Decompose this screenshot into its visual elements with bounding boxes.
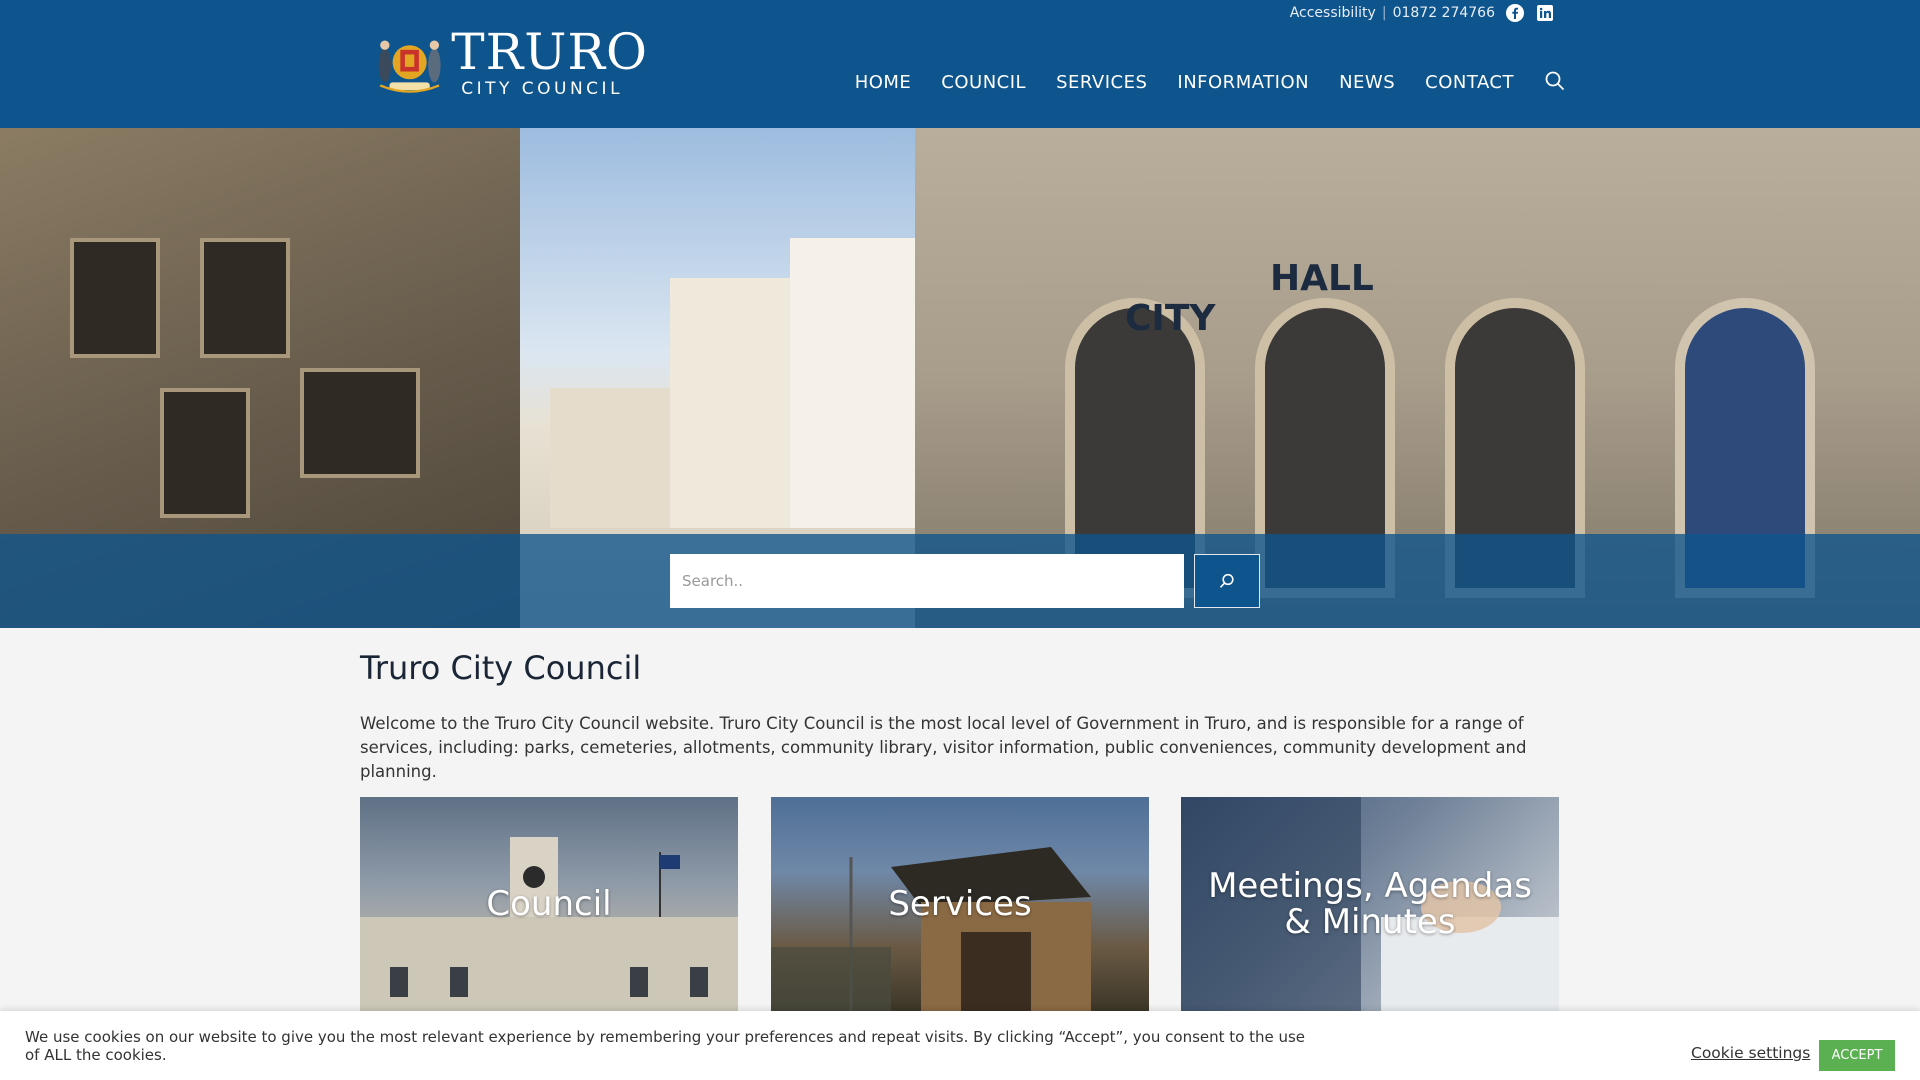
nav-services[interactable]: SERVICES <box>1056 72 1147 93</box>
cookie-accept-button[interactable]: ACCEPT <box>1819 1040 1895 1071</box>
nav-contact[interactable]: CONTACT <box>1425 72 1514 93</box>
site-logo[interactable]: TRURO CITY COUNCIL <box>374 22 648 104</box>
card-meetings[interactable]: Meetings, Agendas & Minutes <box>1181 797 1559 1011</box>
cookie-consent-bar: We use cookies on our website to give yo… <box>0 1011 1920 1080</box>
card-services-title: Services <box>888 884 1032 924</box>
logo-subtitle: CITY COUNCIL <box>461 79 624 99</box>
search-icon <box>1219 573 1234 588</box>
nav-council[interactable]: COUNCIL <box>941 72 1026 93</box>
nav-information[interactable]: INFORMATION <box>1177 72 1309 93</box>
cookie-message: We use cookies on our website to give yo… <box>25 1028 1306 1064</box>
facebook-icon[interactable] <box>1505 3 1525 23</box>
page-title: Truro City Council <box>360 649 642 687</box>
intro-paragraph: Welcome to the Truro City Council websit… <box>360 714 1527 781</box>
city-crest-icon <box>378 40 441 93</box>
hero-search-input[interactable] <box>670 554 1184 608</box>
card-meetings-title: Meetings, Agendas & Minutes <box>1208 866 1532 942</box>
search-icon[interactable] <box>1544 70 1568 94</box>
topbar-separator: | <box>1381 5 1387 21</box>
top-utility-bar: Accessibility | 01872 274766 <box>1290 3 1555 23</box>
nav-home[interactable]: HOME <box>855 72 912 93</box>
accessibility-link[interactable]: Accessibility <box>1290 5 1376 21</box>
phone-link[interactable]: 01872 274766 <box>1393 5 1495 21</box>
logo-wordmark: TRURO <box>451 23 648 81</box>
city-sign: CITY <box>1125 298 1216 339</box>
card-services[interactable]: Services <box>771 797 1149 1011</box>
card-council[interactable]: Council <box>360 797 738 1011</box>
hall-sign: HALL <box>1270 258 1374 299</box>
linkedin-icon[interactable] <box>1535 3 1555 23</box>
hero-search-button[interactable] <box>1194 554 1260 608</box>
site-header: TRURO CITY COUNCIL Accessibility | 01872… <box>0 0 1920 128</box>
hero-banner: CITY HALL <box>0 128 1920 628</box>
cookie-settings-link[interactable]: Cookie settings <box>1691 1044 1810 1062</box>
main-navigation: HOME COUNCIL SERVICES INFORMATION NEWS C… <box>855 70 1568 94</box>
card-council-title: Council <box>486 884 612 924</box>
nav-news[interactable]: NEWS <box>1339 72 1395 93</box>
